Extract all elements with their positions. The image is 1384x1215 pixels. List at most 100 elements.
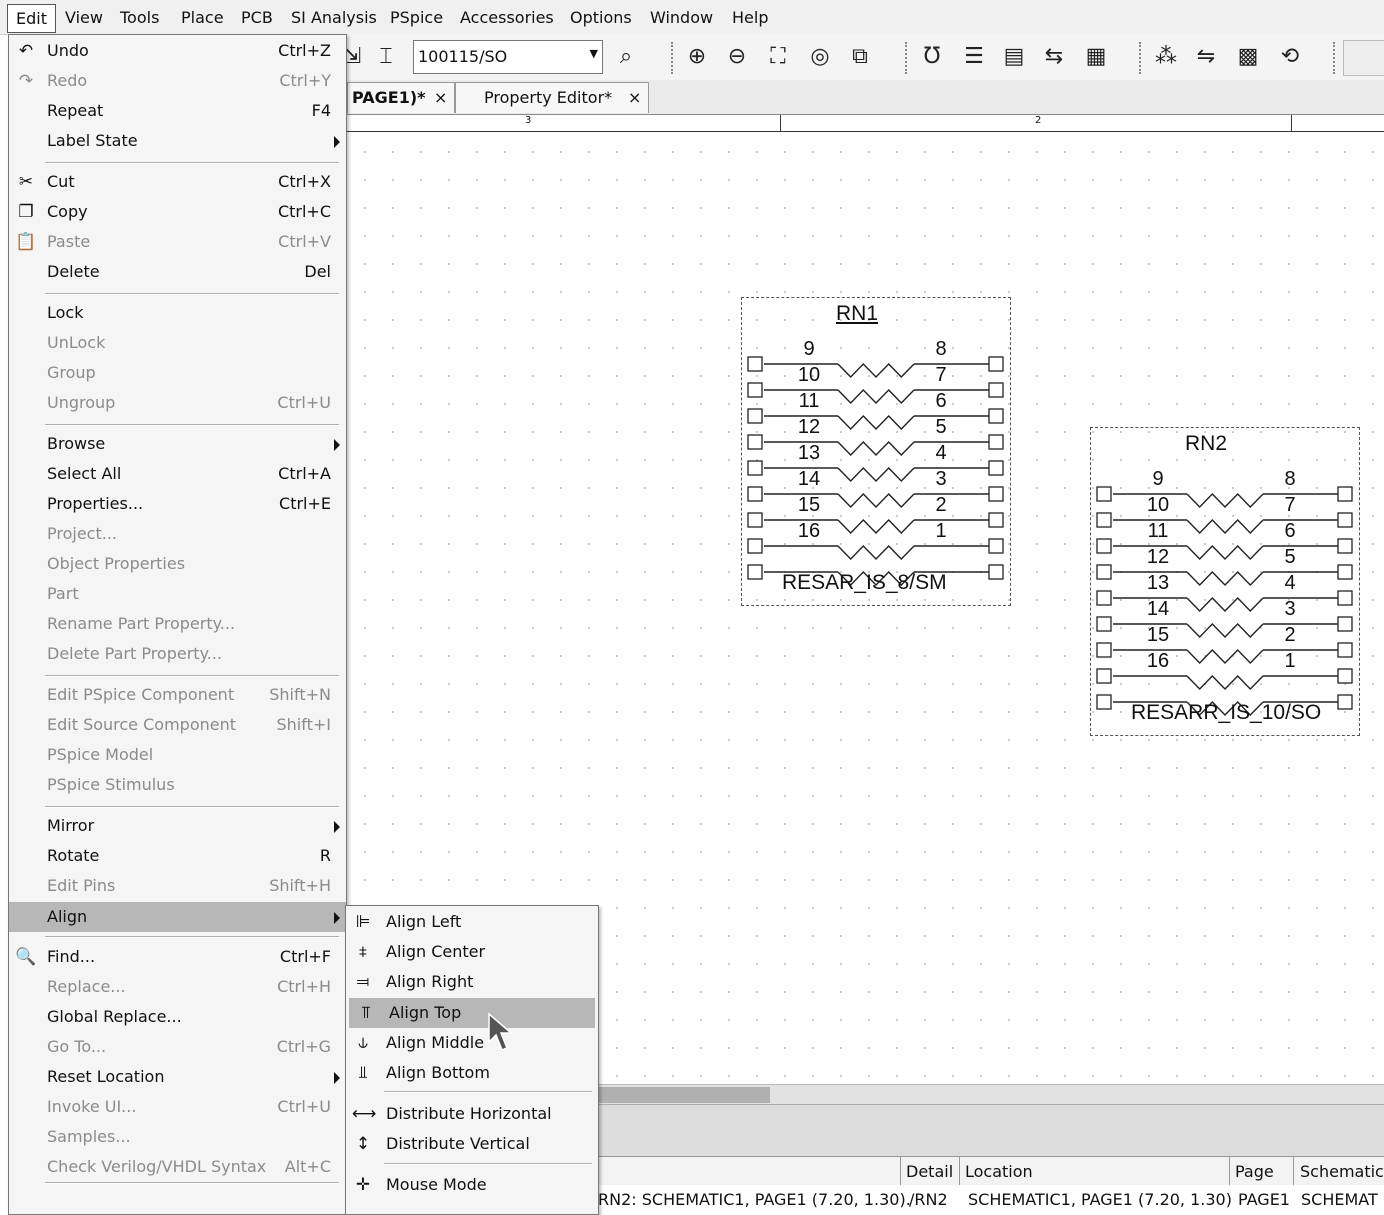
- pin-connector[interactable]: [988, 564, 1004, 580]
- align-menu-item-align-middle[interactable]: ⫝ Align Middle: [346, 1028, 598, 1058]
- cross-probe-icon[interactable]: ⁂: [1151, 42, 1181, 72]
- pin-connector[interactable]: [1096, 616, 1112, 632]
- pin-connector[interactable]: [747, 512, 763, 528]
- backannotate-icon[interactable]: ☰: [959, 42, 989, 72]
- pin-connector[interactable]: [747, 460, 763, 476]
- edit-menu-item-copy[interactable]: ❐ Copy Ctrl+C: [9, 197, 346, 227]
- edit-menu-item-find[interactable]: 🔍 Find... Ctrl+F: [9, 942, 346, 972]
- pin-connector[interactable]: [747, 408, 763, 424]
- edit-menu-item-select-all[interactable]: Select All Ctrl+A: [9, 459, 346, 489]
- pin-connector[interactable]: [1337, 486, 1353, 502]
- zoom-in-icon[interactable]: ⊕: [682, 42, 712, 72]
- pin-connector[interactable]: [1337, 616, 1353, 632]
- netlist-icon[interactable]: ⇆: [1039, 42, 1069, 72]
- pin-connector[interactable]: [988, 382, 1004, 398]
- edit-menu-item-rotate[interactable]: Rotate R: [9, 841, 346, 871]
- zoom-out-icon[interactable]: ⊖: [722, 42, 752, 72]
- menu-pspice[interactable]: PSpice: [390, 8, 443, 27]
- pin-connector[interactable]: [1337, 538, 1353, 554]
- pin-connector[interactable]: [1096, 538, 1112, 554]
- column-divider[interactable]: [1229, 1157, 1230, 1186]
- tab-page1[interactable]: PAGE1)* ×: [347, 82, 455, 113]
- menu-accessories[interactable]: Accessories: [460, 8, 554, 27]
- column-divider[interactable]: [959, 1157, 960, 1186]
- part-combo-box[interactable]: 100115/SO ▼: [413, 40, 603, 74]
- pin-connector[interactable]: [747, 356, 763, 372]
- zoom-region-icon[interactable]: ⧉: [845, 42, 875, 72]
- align-menu-item-align-top[interactable]: ⫪ Align Top: [349, 998, 595, 1028]
- update-icon[interactable]: ⟲: [1275, 42, 1305, 72]
- pin-connector[interactable]: [1337, 512, 1353, 528]
- edit-menu-item-global-replace[interactable]: Global Replace...: [9, 1002, 346, 1032]
- column-header-detail[interactable]: Detail: [906, 1162, 953, 1181]
- zoom-all-icon[interactable]: ◎: [805, 42, 835, 72]
- column-header-page[interactable]: Page: [1235, 1162, 1274, 1181]
- pcb-editor-icon[interactable]: ⇋: [1191, 42, 1221, 72]
- pin-connector[interactable]: [1096, 590, 1112, 606]
- align-menu-item-align-left[interactable]: ⊫ Align Left: [346, 907, 598, 937]
- menu-si-analysis[interactable]: SI Analysis: [291, 8, 377, 27]
- menu-window[interactable]: Window: [650, 8, 713, 27]
- part-rn1[interactable]: RN1 RESAR_IS_8/SM 9 8 10 7 11 6 12 5 13 4 14 3 15 2 16…: [741, 297, 1011, 606]
- edit-menu-item-lock[interactable]: Lock: [9, 298, 346, 328]
- pin-connector[interactable]: [1337, 642, 1353, 658]
- menu-options[interactable]: Options: [570, 8, 632, 27]
- pin-connector[interactable]: [747, 538, 763, 554]
- place-pin-icon[interactable]: ⌶: [371, 42, 401, 72]
- edit-menu-item-repeat[interactable]: Repeat F4: [9, 96, 346, 126]
- pin-connector[interactable]: [1096, 668, 1112, 684]
- align-menu-item-align-right[interactable]: ⫤ Align Right: [346, 967, 598, 997]
- pin-connector[interactable]: [988, 356, 1004, 372]
- annotate-icon[interactable]: Ʊ: [917, 42, 947, 72]
- edit-menu-item-align[interactable]: Align: [9, 902, 346, 932]
- pin-connector[interactable]: [747, 382, 763, 398]
- find-part-icon[interactable]: ⌕: [611, 42, 641, 72]
- edit-menu-item-browse[interactable]: Browse: [9, 429, 346, 459]
- constraint-manager-icon[interactable]: ▩: [1233, 42, 1263, 72]
- part-rn2[interactable]: RN2 RESARR_IS_10/SO 9 8 10 7 11 6 12 5 13 4 14 3 15 2…: [1090, 427, 1360, 736]
- pin-connector[interactable]: [1337, 590, 1353, 606]
- bom-icon[interactable]: ▦: [1081, 42, 1111, 72]
- tab-property-editor[interactable]: Property Editor* ×: [455, 82, 649, 113]
- pin-connector[interactable]: [1337, 668, 1353, 684]
- align-menu-item-distribute-horizontal[interactable]: ⟷ Distribute Horizontal: [346, 1099, 598, 1129]
- column-divider[interactable]: [1293, 1157, 1294, 1186]
- pin-connector[interactable]: [1096, 512, 1112, 528]
- edit-menu-item-undo[interactable]: ↶ Undo Ctrl+Z: [9, 36, 346, 66]
- drc-icon[interactable]: ▤: [999, 42, 1029, 72]
- pin-connector[interactable]: [988, 460, 1004, 476]
- edit-menu-item-cut[interactable]: ✂ Cut Ctrl+X: [9, 167, 346, 197]
- align-menu-item-mouse-mode[interactable]: ✛ Mouse Mode: [346, 1170, 598, 1200]
- edit-menu-item-properties[interactable]: Properties... Ctrl+E: [9, 489, 346, 519]
- pin-connector[interactable]: [1337, 564, 1353, 580]
- align-menu-item-distribute-vertical[interactable]: ↕ Distribute Vertical: [346, 1129, 598, 1159]
- pin-connector[interactable]: [988, 486, 1004, 502]
- pin-connector[interactable]: [988, 538, 1004, 554]
- edit-menu-item-label-state[interactable]: Label State: [9, 126, 346, 156]
- align-menu-item-align-center[interactable]: ⧧ Align Center: [346, 937, 598, 967]
- column-divider[interactable]: [900, 1157, 901, 1186]
- menu-view[interactable]: View: [65, 8, 103, 27]
- pin-connector[interactable]: [988, 408, 1004, 424]
- pin-connector[interactable]: [1096, 642, 1112, 658]
- column-header-schematic[interactable]: Schematic: [1300, 1162, 1384, 1181]
- pin-connector[interactable]: [747, 564, 763, 580]
- chevron-down-icon[interactable]: ▼: [590, 47, 598, 60]
- menu-pcb[interactable]: PCB: [241, 8, 273, 27]
- edit-menu-item-delete[interactable]: Delete Del: [9, 257, 346, 287]
- menu-place[interactable]: Place: [181, 8, 224, 27]
- close-icon[interactable]: ×: [434, 88, 447, 107]
- pin-connector[interactable]: [747, 434, 763, 450]
- toolbar-overflow[interactable]: [1343, 40, 1384, 76]
- menu-edit[interactable]: Edit: [7, 4, 56, 33]
- column-header-location[interactable]: Location: [965, 1162, 1033, 1181]
- edit-menu-item-reset-location[interactable]: Reset Location: [9, 1062, 346, 1092]
- pin-connector[interactable]: [1096, 486, 1112, 502]
- pin-connector[interactable]: [1096, 564, 1112, 580]
- scrollbar-thumb[interactable]: [598, 1087, 770, 1103]
- pin-connector[interactable]: [988, 434, 1004, 450]
- pin-connector[interactable]: [988, 512, 1004, 528]
- pin-connector[interactable]: [747, 486, 763, 502]
- pin-connector[interactable]: [1096, 694, 1112, 710]
- zoom-area-icon[interactable]: ⛶: [763, 42, 793, 72]
